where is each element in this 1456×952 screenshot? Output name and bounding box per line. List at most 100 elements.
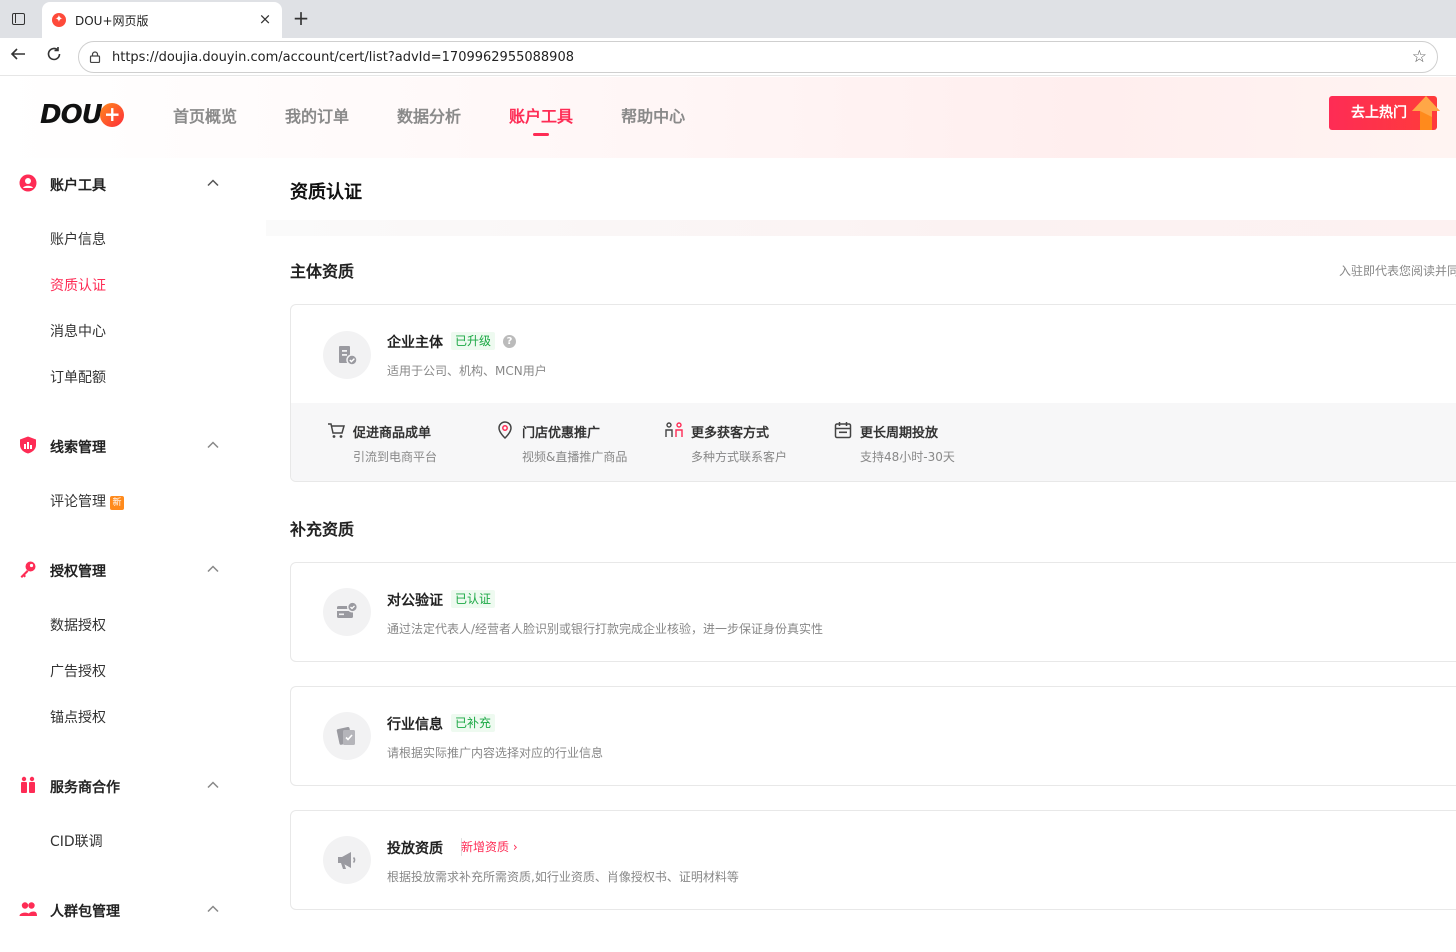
chevron-up-icon[interactable] [206,778,220,792]
delivery-qualification-card[interactable]: 投放资质 新增资质 › 根据投放需求补充所需资质,如行业资质、肖像授权书、证明材… [290,810,1456,910]
nav-help[interactable]: 帮助中心 [621,103,685,127]
sidebar-item-anchor-auth[interactable]: 锚点授权 [50,707,106,727]
location-pin-icon [498,421,512,439]
link-label: 新增资质 [461,840,510,854]
feature-title: 促进商品成单 [353,426,432,441]
calendar-icon [834,422,852,439]
enterprise-subject-card[interactable]: 企业主体 已升级 ? 适用于公司、机构、MCN用户 促进商品成单 引流到电商平台… [290,304,1456,482]
dou-plus-logo[interactable]: DOU + [40,100,124,130]
help-icon[interactable]: ? [503,335,516,348]
browser-tab-strip: ✦ DOU+网页版 × + [0,0,1456,38]
content-panel: 主体资质 入驻即代表您阅读并同 企业主体 已升级 ? 适用于公司、机构、MCN用… [266,236,1456,952]
reload-icon[interactable] [42,45,66,69]
sidebar-item-order-quota[interactable]: 订单配额 [50,367,106,387]
card-desc: 请根据实际推广内容选择对应的行业信息 [387,746,604,760]
building-icon [323,331,371,379]
feature-desc: 多种方式联系客户 [691,450,788,464]
favicon-icon: ✦ [52,13,66,27]
feature-title: 更多获客方式 [691,426,770,441]
sidebar-group-label: 服务商合作 [50,780,120,796]
feature-desc: 支持48小时-30天 [860,450,955,464]
url-text: https://doujia.douyin.com/account/cert/l… [112,50,574,65]
card-name: 投放资质 [387,841,443,857]
new-tab-button[interactable]: + [290,6,312,30]
divider-band [266,220,1456,236]
sidebar-item-account-info[interactable]: 账户信息 [50,229,106,249]
chart-shield-icon [20,436,36,454]
card-desc: 适用于公司、机构、MCN用户 [387,364,547,378]
window-menu-icon[interactable] [8,9,28,29]
industry-info-card[interactable]: 行业信息 已补充 请根据实际推广内容选择对应的行业信息 [290,686,1456,786]
feature-title: 门店优惠推广 [522,426,601,441]
bookmark-star-icon[interactable]: ☆ [1412,47,1427,67]
chevron-up-icon[interactable] [206,176,220,190]
address-bar-row: https://doujia.douyin.com/account/cert/l… [0,38,1456,76]
url-field[interactable]: https://doujia.douyin.com/account/cert/l… [78,41,1438,73]
main-area: 资质认证 主体资质 入驻即代表您阅读并同 企业主体 已升级 ? 适用于公司、机构… [266,158,1456,952]
site-info-icon[interactable] [89,51,101,63]
chevron-right-icon: › [512,840,518,854]
sidebar-group-header[interactable]: 服务商合作 [0,768,266,804]
tab-title: DOU+网页版 [75,14,149,28]
sidebar-item-label: 评论管理 [50,494,106,510]
logo-plus-icon: + [99,103,124,127]
nav-home[interactable]: 首页概览 [173,103,237,127]
sidebar-group-label: 人群包管理 [50,904,120,920]
key-icon [20,561,36,578]
card-desc: 根据投放需求补充所需资质,如行业资质、肖像授权书、证明材料等 [387,870,739,884]
sidebar-group-header[interactable]: 人群包管理 [0,892,266,928]
sidebar-group-label: 账户工具 [50,178,106,194]
feature-desc: 视频&直播推广商品 [522,450,628,464]
sidebar-group-label: 授权管理 [50,564,106,580]
up-arrow-icon [1412,96,1440,130]
page-title-bar: 资质认证 [266,158,1456,220]
section-title-subject: 主体资质 [290,262,355,281]
nav-orders[interactable]: 我的订单 [285,103,349,127]
add-qualification-link[interactable]: 新增资质 › [461,838,518,856]
section-title-supplementary: 补充资质 [290,520,355,539]
card-name: 对公验证 [387,593,443,609]
sidebar-item-comment-management[interactable]: 评论管理新 [50,491,124,511]
chevron-up-icon[interactable] [206,902,220,916]
sidebar-group-label: 线索管理 [50,440,106,456]
megaphone-icon [323,836,371,884]
page-title: 资质认证 [290,182,362,203]
back-icon[interactable] [6,45,30,69]
sidebar-item-message-center[interactable]: 消息中心 [50,321,106,341]
card-desc: 通过法定代表人/经营者人脸识别或银行打款完成企业核验，进一步保证身份真实性 [387,622,824,636]
industry-icon [323,712,371,760]
agreement-note[interactable]: 入驻即代表您阅读并同 [1339,262,1456,279]
sidebar-group-header[interactable]: 授权管理 [0,552,266,588]
sidebar-item-data-auth[interactable]: 数据授权 [50,615,106,635]
gift-icon [21,776,35,793]
feature-title: 更长周期投放 [860,426,939,441]
top-nav: 首页概览 我的订单 数据分析 账户工具 帮助中心 [173,103,733,136]
user-circle-icon [19,174,37,192]
bank-card-check-icon [323,588,371,636]
people-connect-icon [665,422,683,437]
sidebar: 账户工具 账户信息 资质认证 消息中心 订单配额 线索管理 评论管理新 授权管理… [0,158,266,952]
chevron-up-icon[interactable] [206,438,220,452]
chevron-up-icon[interactable] [206,562,220,576]
sidebar-item-cid[interactable]: CID联调 [50,831,103,851]
status-badge: 已补充 [451,714,496,732]
users-icon [19,902,37,916]
status-badge: 已升级 [451,332,496,350]
sidebar-item-ad-auth[interactable]: 广告授权 [50,661,106,681]
sidebar-item-certification[interactable]: 资质认证 [50,275,106,295]
feature-desc: 引流到电商平台 [353,450,438,464]
card-name: 企业主体 [387,335,443,351]
sidebar-group-header[interactable]: 账户工具 [0,166,266,202]
new-badge: 新 [110,496,124,510]
card-name: 行业信息 [387,717,443,733]
browser-tab[interactable]: ✦ DOU+网页版 × [42,2,282,38]
status-badge: 已认证 [451,590,496,608]
sidebar-group-header[interactable]: 线索管理 [0,428,266,464]
nav-account-tools[interactable]: 账户工具 [509,103,573,136]
feature-row: 促进商品成单 引流到电商平台 门店优惠推广 视频&直播推广商品 更多获客方式 多… [291,403,1456,481]
logo-text: DOU [40,100,103,130]
nav-analytics[interactable]: 数据分析 [397,103,461,127]
corporate-verification-card[interactable]: 对公验证 已认证 通过法定代表人/经营者人脸识别或银行打款完成企业核验，进一步保… [290,562,1456,662]
tab-close-icon[interactable]: × [256,10,274,28]
cart-icon [328,423,345,438]
